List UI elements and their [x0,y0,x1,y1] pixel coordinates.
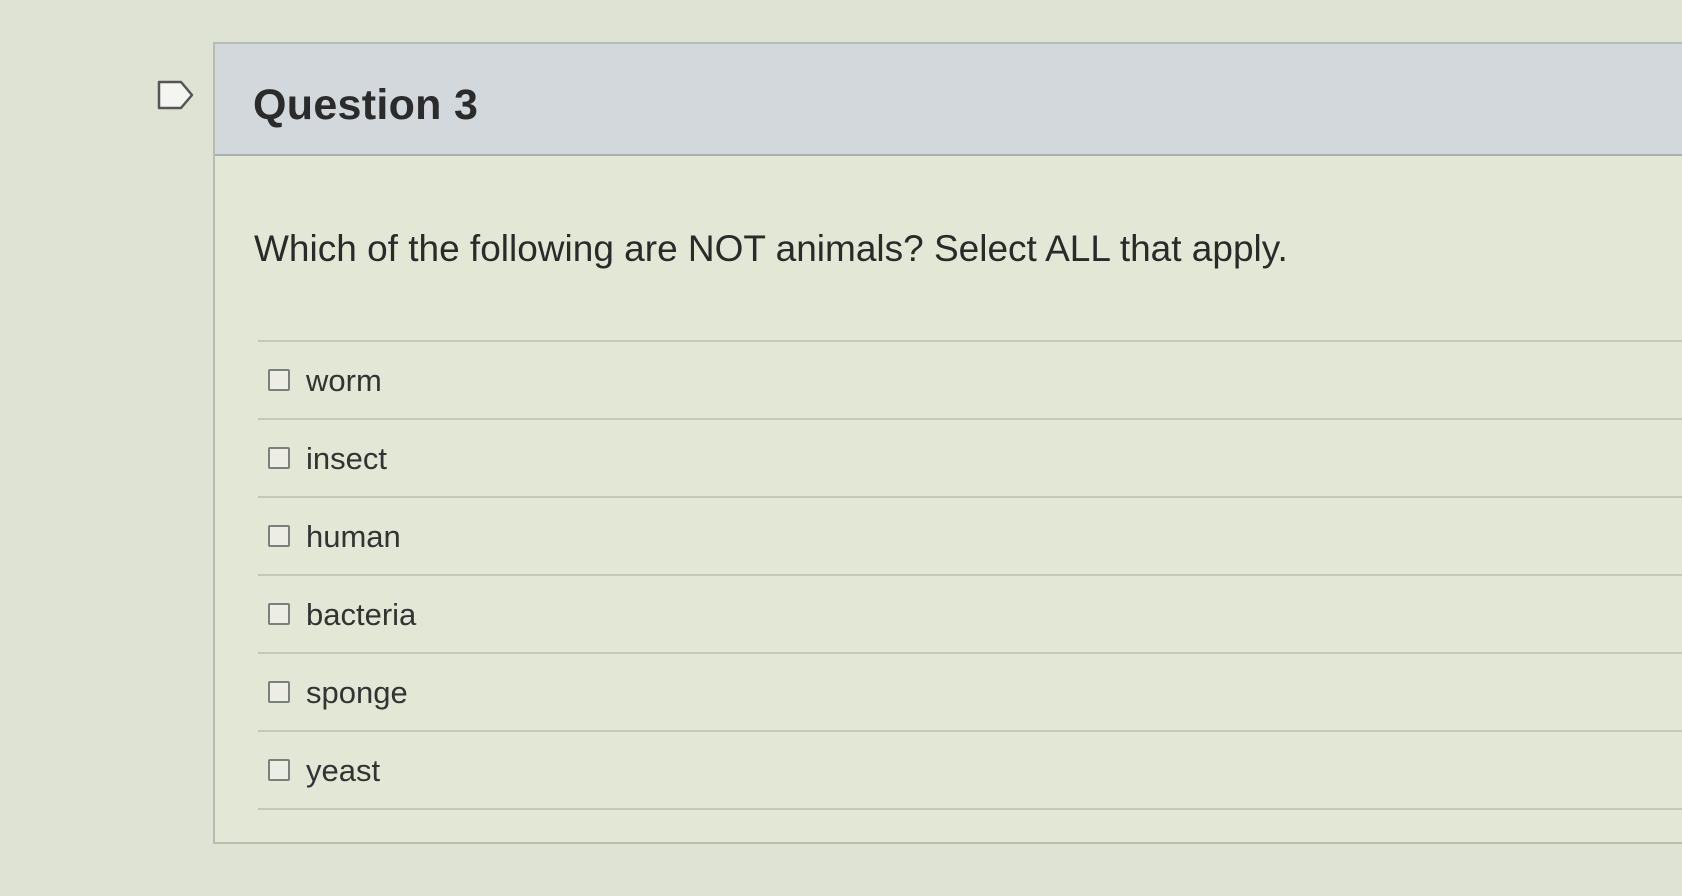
question-header: Question 3 [215,44,1682,156]
answer-label: yeast [306,752,381,788]
answer-option[interactable]: sponge [258,654,1682,732]
answer-checkbox[interactable] [268,447,290,469]
answer-option[interactable]: yeast [258,732,1682,810]
answer-checkbox[interactable] [268,369,290,391]
answer-checkbox[interactable] [268,525,290,547]
answer-checkbox[interactable] [268,681,290,703]
answer-label: bacteria [306,596,417,632]
question-card: Question 3 Which of the following are NO… [213,42,1682,844]
answer-checkbox[interactable] [268,759,290,781]
answer-option[interactable]: insect [258,420,1682,498]
answer-label: worm [306,362,382,398]
answer-checkbox[interactable] [268,603,290,625]
flag-icon[interactable] [157,80,195,110]
question-text: Which of the following are NOT animals? … [254,228,1288,269]
answer-list: worm insect human bacteria sponge yeast [258,340,1682,810]
question-title: Question 3 [253,81,479,129]
answer-label: sponge [306,674,408,710]
answer-option[interactable]: bacteria [258,576,1682,654]
answer-label: insect [306,440,387,476]
answer-option[interactable]: human [258,498,1682,576]
answer-option[interactable]: worm [258,342,1682,420]
answer-label: human [306,518,401,554]
